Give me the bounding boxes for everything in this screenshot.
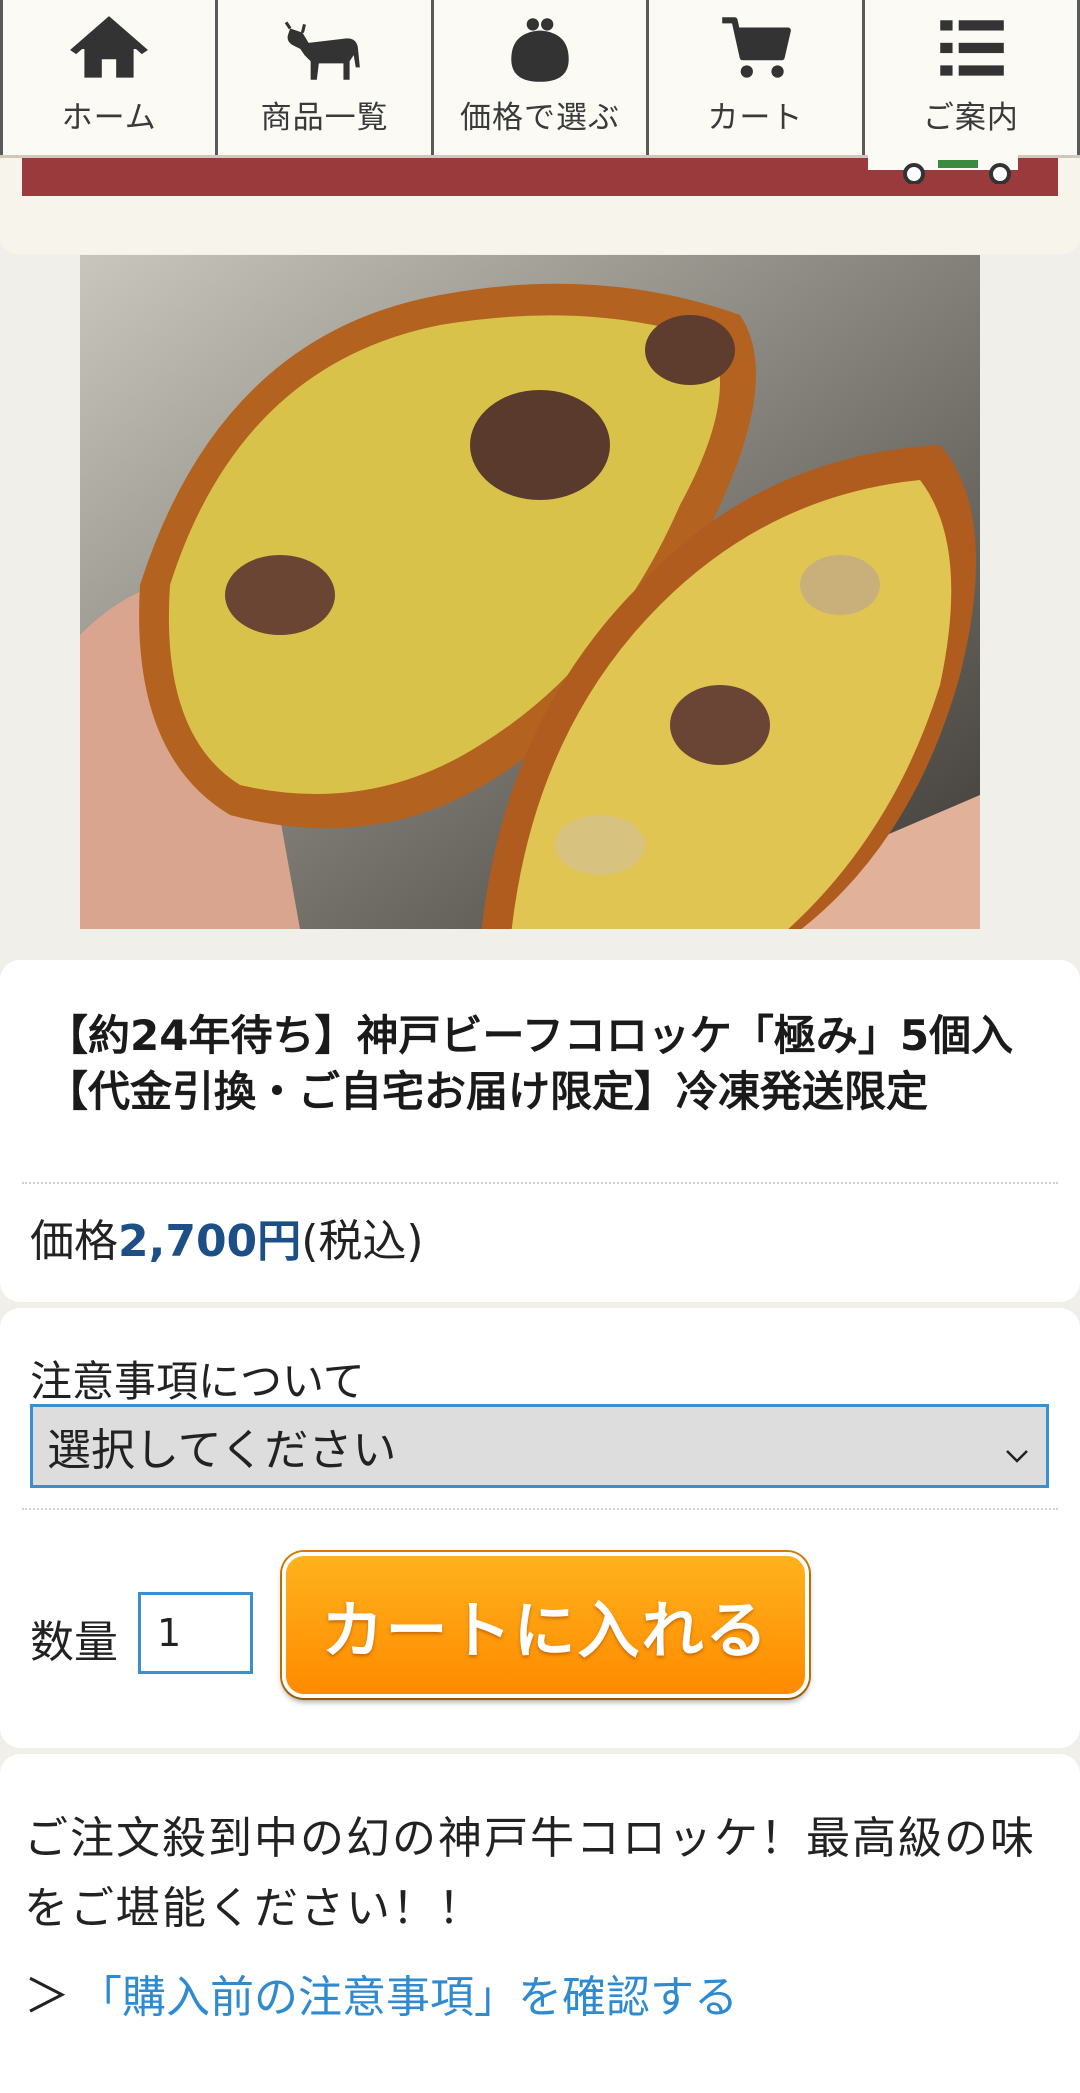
price-row: 価格2,700円(税込) (30, 1205, 424, 1269)
purchase-notice-link-text[interactable]: 「購入前の注意事項」を確認する (78, 1961, 738, 2025)
price-value: 2,700円 (118, 1216, 302, 1267)
nav-home-label: ホーム (61, 100, 157, 136)
chevron-down-icon (1002, 1431, 1032, 1463)
product-info-card: 【約24年待ち】神戸ビーフコロッケ「極み」5個入 【代金引換・ご自宅お届け限定】… (0, 960, 1080, 1302)
product-title: 【約24年待ち】神戸ビーフコロッケ「極み」5個入 【代金引換・ご自宅お届け限定】… (46, 1011, 1014, 1116)
nav-guide[interactable]: ご案内 (865, 0, 1080, 155)
truck-icon (868, 150, 1028, 185)
nav-cart[interactable]: カート (649, 0, 865, 155)
quantity-label: 数量 (30, 1617, 118, 1668)
nav-products-label: 商品一覧 (260, 100, 389, 136)
notice-select[interactable]: 選択してください (30, 1404, 1049, 1488)
cart-icon (714, 14, 796, 86)
divider (22, 1508, 1058, 1510)
nav-price[interactable]: 価格で選ぶ (434, 0, 650, 155)
product-image (80, 255, 980, 929)
price-label: 価格 (30, 1216, 118, 1267)
home-icon (68, 14, 150, 86)
price-tax: (税込) (301, 1216, 424, 1267)
description-card: ご注文殺到中の幻の神戸牛コロッケ！最高級の味をご堪能ください！！ ＞ 「購入前の… (0, 1754, 1080, 2093)
nav-home[interactable]: ホーム (0, 0, 219, 155)
nav-price-label: 価格で選ぶ (460, 100, 621, 136)
nav-cart-label: カート (707, 100, 804, 136)
arrow-right-icon: ＞ (24, 1969, 70, 2023)
notice-select-value: 選択してください (47, 1425, 397, 1476)
nav-products[interactable]: 商品一覧 (218, 0, 434, 155)
nav-guide-label: ご案内 (922, 100, 1019, 136)
cow-icon (284, 14, 366, 86)
description-text: ご注文殺到中の幻の神戸牛コロッケ！最高級の味をご堪能ください！！ (24, 1813, 1036, 1934)
top-nav: ホーム 商品一覧 価格で選ぶ カート ご案内 (0, 0, 1080, 158)
purchase-notice-link[interactable]: ＞ 「購入前の注意事項」を確認する (24, 1960, 738, 2026)
notice-select-label: 注意事項について (30, 1357, 365, 1406)
list-icon (930, 14, 1012, 86)
quantity-input[interactable]: 1 (138, 1592, 253, 1674)
purchase-options-card: 注意事項について 選択してください 数量 1 カートに入れる (0, 1308, 1080, 1748)
purse-icon (499, 14, 581, 86)
divider (22, 1182, 1058, 1184)
add-to-cart-button[interactable]: カートに入れる (282, 1552, 809, 1698)
